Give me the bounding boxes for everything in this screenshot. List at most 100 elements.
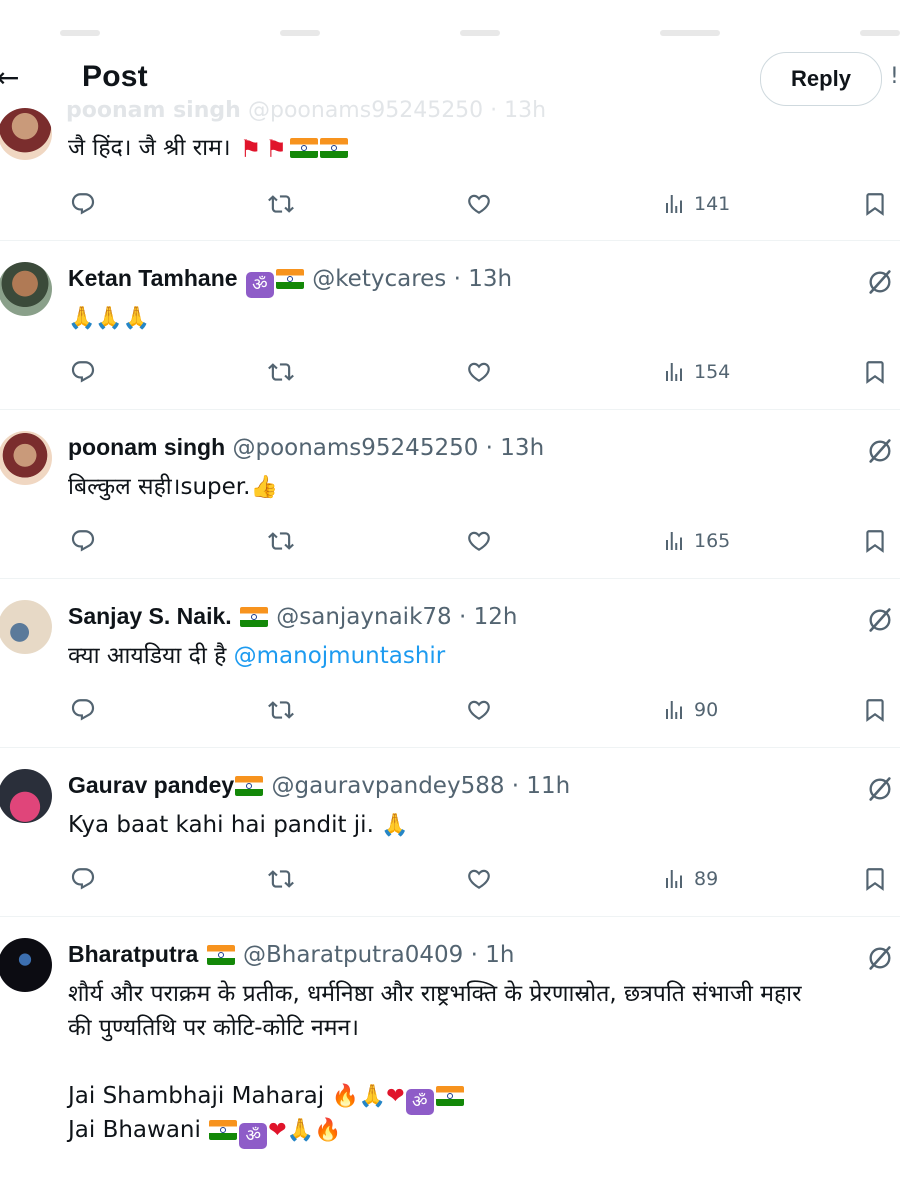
retweet-icon [268,697,294,723]
like-action[interactable] [466,525,492,557]
more-icon[interactable]: ! [890,64,899,89]
reply-icon [70,697,96,723]
author-name[interactable]: Ketan Tamhane [68,265,238,291]
thumbs-up-emoji: 👍 [250,475,278,500]
author-name[interactable]: Gaurav pandey [68,772,234,798]
grok-icon[interactable] [866,268,894,296]
avatar[interactable] [0,262,52,316]
reply-button[interactable]: Reply [760,52,882,106]
retweet-icon [268,191,294,217]
like-action[interactable] [466,863,492,895]
heart-icon [466,866,492,892]
views-action[interactable]: 141 [662,188,730,220]
views-count: 154 [694,361,731,383]
post-time[interactable]: 13h [468,266,512,292]
views-action[interactable]: 89 [662,863,718,895]
views-action[interactable]: 90 [662,694,718,726]
reply-action[interactable] [70,525,96,557]
bookmark-icon [862,697,888,723]
post-text-line: Jai Bhawani [68,1117,201,1143]
folded-hands-emoji: 🙏 [358,1084,387,1109]
avatar[interactable] [0,108,52,160]
post-actions: 165 [0,525,900,557]
author-handle[interactable]: @ketycares [312,266,446,292]
post-text: 🙏🙏🙏 [68,302,150,335]
bookmark-icon [862,359,888,385]
avatar[interactable] [0,600,52,654]
views-icon [662,529,686,553]
post-time[interactable]: 11h [526,773,570,799]
post-time[interactable]: 12h [474,604,518,630]
india-flag-emoji [289,138,318,158]
like-action[interactable] [466,694,492,726]
post-actions: 90 [0,694,900,726]
bookmark-action[interactable] [862,356,888,388]
bookmark-action[interactable] [862,525,888,557]
bookmark-action[interactable] [862,188,888,220]
heart-icon [466,697,492,723]
post-time[interactable]: 13h [500,435,544,461]
india-flag-emoji [435,1086,464,1106]
avatar[interactable] [0,431,52,485]
mention-link[interactable]: @manojmuntashir [234,643,446,669]
views-count: 90 [694,699,719,721]
reply-action[interactable] [70,188,96,220]
grok-icon[interactable] [866,437,894,465]
views-icon [662,192,686,216]
repost-action[interactable] [268,863,294,895]
reply-action[interactable] [70,863,96,895]
reply-icon [70,359,96,385]
india-flag-emoji [239,607,268,627]
views-count: 141 [694,193,731,215]
author-handle[interactable]: @gauravpandey588 [272,773,505,799]
post-text: Kya baat kahi hai pandit ji. [68,812,374,838]
post-time[interactable]: 1h [485,942,514,968]
red-flag-emoji: ⚑ [239,135,262,163]
heart-emoji: ❤ [386,1084,405,1109]
folded-hands-emoji: 🙏 [381,813,409,838]
author-name[interactable]: poonam singh [68,434,225,460]
om-emoji: ॐ [405,1089,434,1115]
avatar[interactable] [0,938,52,992]
heart-emoji: ❤ [268,1118,287,1143]
india-flag-emoji [206,945,235,965]
post-text: बिल्कुल सही।super. [68,474,251,500]
author-handle[interactable]: @sanjaynaik78 [276,604,451,630]
reply-action[interactable] [70,694,96,726]
grok-icon[interactable] [866,606,894,634]
like-action[interactable] [466,356,492,388]
scrolled-author-name: poonam singh [66,98,241,123]
heart-icon [466,528,492,554]
back-arrow-icon[interactable]: ← [0,62,19,94]
grok-icon[interactable] [866,775,894,803]
bookmark-action[interactable] [862,694,888,726]
bookmark-action[interactable] [862,863,888,895]
reply-action[interactable] [70,356,96,388]
author-handle[interactable]: @poonams95245250 [232,435,478,461]
repost-action[interactable] [268,188,294,220]
divider [0,747,900,748]
author-handle[interactable]: @Bharatputra0409 [243,942,463,968]
post-actions: 89 [0,863,900,895]
repost-action[interactable] [268,356,294,388]
author-name[interactable]: Bharatputra [68,941,198,967]
retweet-icon [268,866,294,892]
avatar[interactable] [0,769,52,823]
repost-action[interactable] [268,525,294,557]
repost-action[interactable] [268,694,294,726]
views-action[interactable]: 165 [662,525,730,557]
post-text-line: Jai Shambhaji Maharaj [68,1083,325,1109]
views-action[interactable]: 154 [662,356,730,388]
author-name[interactable]: Sanjay S. Naik. [68,603,232,629]
bookmark-icon [862,866,888,892]
post-text: क्या आयडिया दी है [68,643,227,669]
red-flag-emoji: ⚑ [265,135,287,163]
post-text-line: शौर्य और पराक्रम के प्रतीक, धर्मनिष्ठा औ… [68,981,802,1007]
divider [0,578,900,579]
like-action[interactable] [466,188,492,220]
fire-emoji: 🔥 [331,1084,359,1109]
grok-icon[interactable] [866,944,894,972]
divider [0,240,900,241]
views-count: 89 [694,868,719,890]
page-title: Post [82,60,148,93]
